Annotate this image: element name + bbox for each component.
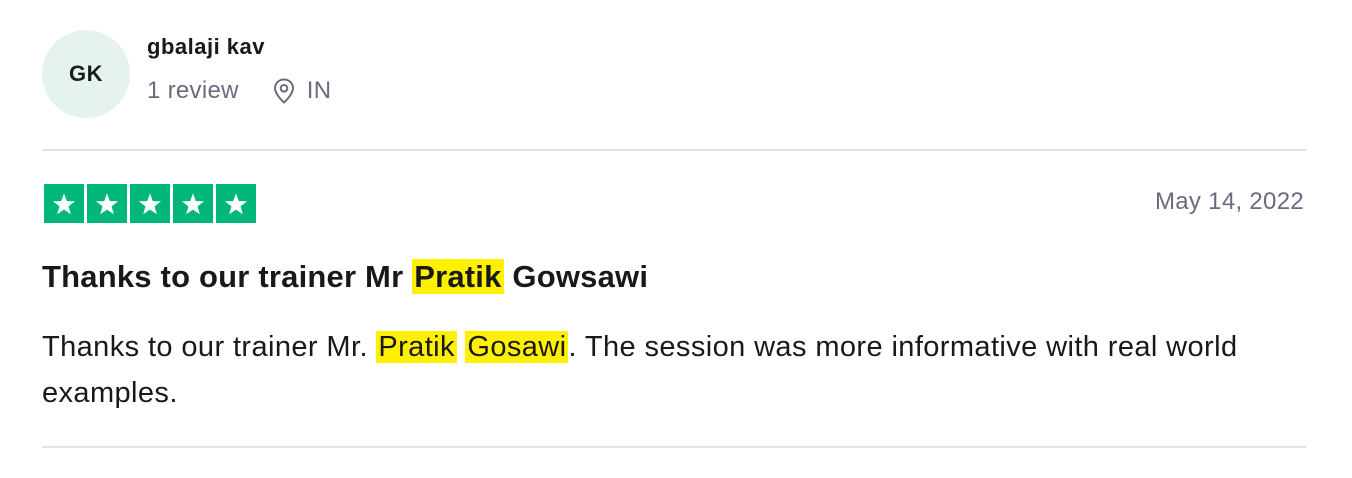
- country-code: IN: [306, 77, 332, 104]
- star-box: [44, 184, 84, 223]
- title-highlight: Pratik: [412, 259, 504, 294]
- reviewer-meta: 1 review IN: [147, 77, 331, 105]
- star-icon: [138, 192, 162, 214]
- review-count: 1 review: [147, 77, 239, 104]
- avatar[interactable]: GK: [42, 30, 130, 118]
- reviewer-location: IN: [273, 77, 332, 105]
- star-box: [87, 184, 127, 223]
- star-icon: [52, 192, 76, 214]
- star-icon: [181, 192, 205, 214]
- title-text: Thanks to our trainer Mr: [42, 259, 404, 294]
- divider: [42, 446, 1306, 448]
- star-box: [173, 184, 213, 223]
- map-pin-icon: [273, 78, 294, 104]
- body-highlight-2: Gosawi: [465, 331, 569, 363]
- review-body: Thanks to our trainer Mr. Pratik Gosawi.…: [42, 324, 1282, 416]
- star-rating: [44, 184, 256, 223]
- star-icon: [224, 192, 248, 214]
- review-date: May 14, 2022: [1154, 188, 1304, 215]
- star-box: [130, 184, 170, 223]
- reviewer-info: gbalaji kav 1 review IN: [147, 34, 331, 105]
- review-card: GK gbalaji kav 1 review IN May 14, 2022 …: [42, 0, 1306, 478]
- body-highlight-1: Pratik: [376, 331, 457, 363]
- body-text-start: Thanks to our trainer Mr.: [42, 331, 368, 363]
- reviewer-name[interactable]: gbalaji kav: [147, 33, 331, 61]
- star-icon: [95, 192, 119, 214]
- star-box: [216, 184, 256, 223]
- divider: [42, 149, 1306, 151]
- review-title[interactable]: Thanks to our trainer Mr Pratik Gowsawi: [42, 259, 648, 295]
- avatar-initials: GK: [69, 61, 103, 86]
- reviewer-section: GK gbalaji kav 1 review IN: [42, 30, 331, 118]
- title-text-end: Gowsawi: [512, 259, 649, 294]
